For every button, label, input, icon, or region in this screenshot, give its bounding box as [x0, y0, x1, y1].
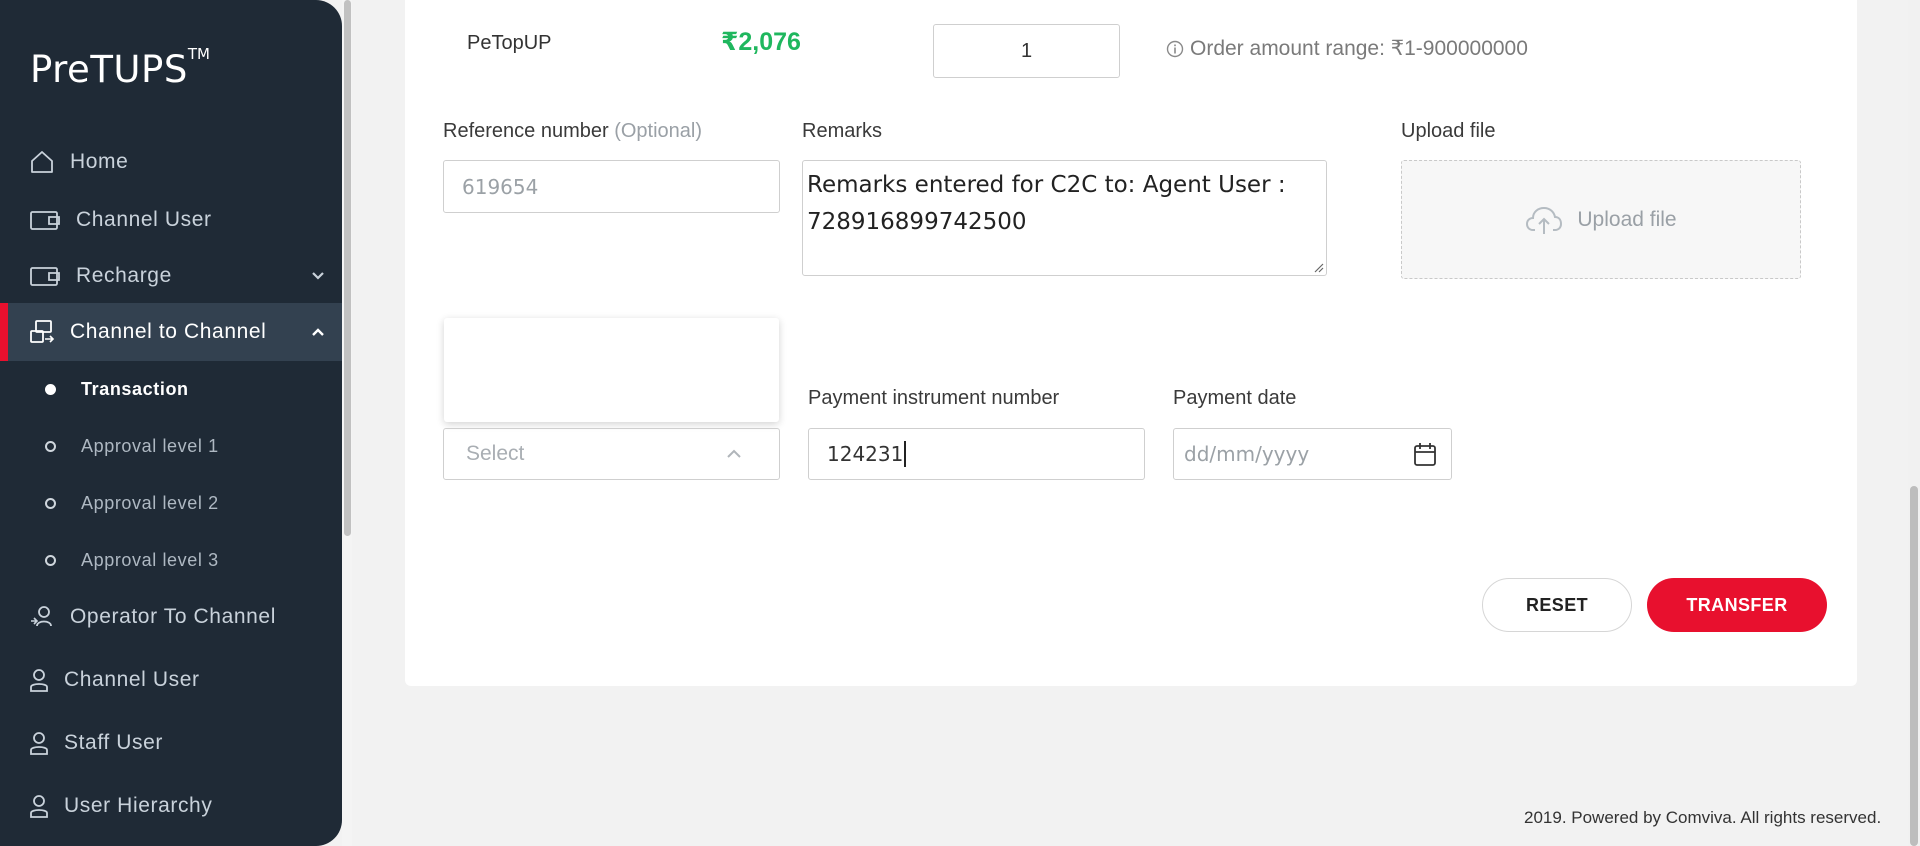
sidebar-item-channel-to-channel[interactable]: Channel to Channel [0, 303, 342, 361]
payment-instrument-number-value: 124231 [827, 442, 904, 466]
user-icon [28, 792, 50, 820]
sidebar-subitem-label: Transaction [81, 378, 189, 399]
sidebar-subitem-approval-level-3[interactable]: Approval level 3 [0, 535, 342, 585]
sidebar-item-label: Channel User [64, 668, 200, 691]
bullet-icon [45, 554, 56, 566]
payment-instrument-number-label: Payment instrument number [808, 387, 1060, 409]
wallet-icon [28, 206, 62, 234]
sidebar-item-label: Channel to Channel [70, 320, 267, 343]
bullet-icon [45, 383, 56, 395]
reference-number-label: Reference number (Optional) [443, 120, 703, 142]
app-logo[interactable]: PreTUPSTM [30, 45, 210, 91]
sidebar-item-recharge[interactable]: Recharge [0, 247, 342, 305]
sidebar-subitem-label: Approval level 2 [81, 492, 219, 513]
payment-type-placeholder: Select [466, 442, 525, 465]
sidebar-item-channel-user-2[interactable]: Channel User [0, 651, 342, 709]
sidebar-item-staff-user[interactable]: Staff User [0, 714, 342, 772]
product-name: PeTopUP [467, 32, 552, 54]
sidebar-item-operator-to-channel[interactable]: Operator To Channel [0, 588, 342, 646]
upload-file-label: Upload file [1401, 120, 1496, 142]
remarks-label: Remarks [802, 120, 883, 142]
payment-type-select[interactable]: Select [443, 428, 780, 480]
bullet-icon [45, 497, 56, 509]
sidebar-subitem-approval-level-1[interactable]: Approval level 1 [0, 421, 342, 471]
bullet-icon [45, 440, 56, 452]
payment-date-label: Payment date [1173, 387, 1297, 409]
chevron-up-icon [727, 449, 741, 458]
text-cursor [904, 441, 907, 467]
sidebar-subitem-label: Approval level 1 [81, 435, 219, 456]
sidebar-item-label: Recharge [76, 264, 172, 287]
user-icon [28, 666, 50, 694]
upload-file-button-label: Upload file [1577, 207, 1677, 231]
payment-date-input[interactable]: dd/mm/yyyy [1173, 428, 1452, 480]
sidebar-subitem-transaction[interactable]: Transaction [0, 364, 342, 414]
product-amount: ₹2,076 [721, 28, 801, 56]
sidebar-subitem-approval-level-2[interactable]: Approval level 2 [0, 478, 342, 528]
page-scrollbar-thumb[interactable] [1910, 486, 1918, 846]
transfer-button[interactable]: TRANSFER [1647, 578, 1827, 632]
user-icon [28, 729, 50, 757]
operator-icon [28, 603, 56, 631]
reference-number-input[interactable]: 619654 [443, 160, 780, 213]
reset-button[interactable]: RESET [1482, 578, 1632, 632]
home-icon [28, 148, 56, 176]
footer-copyright: 2019. Powered by Comviva. All rights res… [1524, 808, 1882, 827]
sidebar-item-label: Operator To Channel [70, 605, 276, 628]
sidebar-item-user-hierarchy[interactable]: User Hierarchy [0, 777, 342, 835]
sidebar-item-label: Staff User [64, 731, 163, 754]
chevron-down-icon[interactable] [310, 268, 326, 284]
sidebar-scrollbar-thumb[interactable] [344, 0, 351, 536]
order-amount-range: Order amount range: ₹1-900000000 [1166, 36, 1528, 61]
wallet-icon [28, 262, 62, 290]
sidebar: PreTUPSTM Home Channel User Recharge Cha… [0, 0, 342, 846]
remarks-textarea[interactable]: Remarks entered for C2C to: Agent User :… [802, 160, 1327, 276]
sidebar-subitem-label: Approval level 3 [81, 549, 219, 570]
sidebar-item-label: Home [70, 150, 129, 173]
quantity-input[interactable]: 1 [933, 24, 1120, 78]
calendar-icon[interactable] [1413, 441, 1437, 467]
sidebar-item-channel-user[interactable]: Channel User [0, 191, 342, 249]
resize-handle-icon[interactable] [1312, 261, 1324, 273]
order-amount-range-text: Order amount range: ₹1-900000000 [1190, 37, 1528, 60]
transfer-icon [28, 318, 56, 346]
payment-instrument-number-input[interactable]: 124231 [808, 428, 1145, 480]
chevron-up-icon[interactable] [310, 324, 326, 340]
info-icon [1166, 40, 1184, 57]
upload-file-dropzone[interactable]: Upload file [1401, 160, 1801, 279]
cloud-upload-icon [1526, 206, 1563, 234]
payment-type-dropdown-menu[interactable] [444, 318, 779, 422]
remarks-text: Remarks entered for C2C to: Agent User :… [807, 172, 1286, 235]
sidebar-item-home[interactable]: Home [0, 133, 342, 191]
payment-date-placeholder: dd/mm/yyyy [1184, 442, 1310, 466]
sidebar-item-label: User Hierarchy [64, 794, 213, 817]
sidebar-item-label: Channel User [76, 208, 212, 231]
